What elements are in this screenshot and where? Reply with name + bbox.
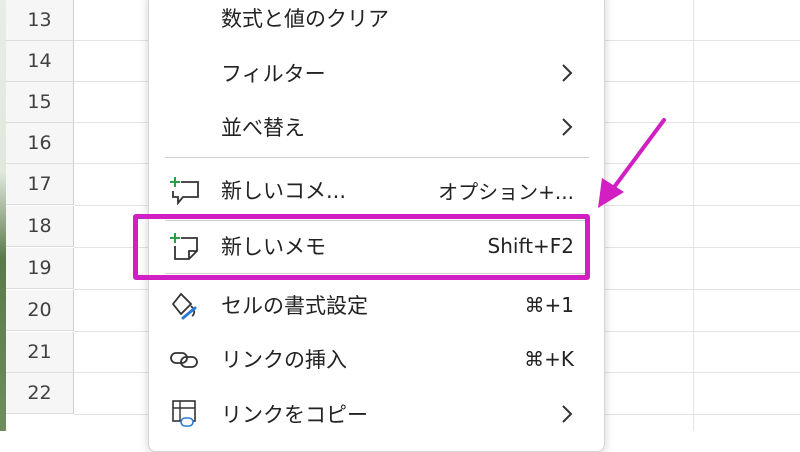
annotation-arrow-icon bbox=[598, 118, 666, 208]
chevron-right-icon bbox=[562, 64, 573, 82]
menu-item-shortcut: ⌘+1 bbox=[524, 293, 574, 317]
menu-separator bbox=[165, 273, 589, 274]
menu-item-label: リンクをコピー bbox=[221, 403, 368, 427]
menu-item-label: 数式と値のクリア bbox=[221, 7, 389, 31]
menu-item-sort[interactable]: 並べ替え bbox=[149, 104, 604, 150]
menu-item-new-note[interactable]: 新しいメモ Shift+F2 bbox=[149, 223, 604, 269]
row-header[interactable]: 20 bbox=[6, 290, 74, 331]
format-paint-icon bbox=[171, 292, 197, 320]
menu-item-label: 新しいコメ... bbox=[221, 179, 347, 203]
menu-item-shortcut: ⌘+K bbox=[524, 347, 574, 371]
row-header[interactable]: 17 bbox=[6, 164, 74, 205]
row-header[interactable]: 19 bbox=[6, 248, 74, 289]
chevron-right-icon bbox=[562, 118, 573, 136]
menu-item-filter[interactable]: フィルター bbox=[149, 50, 604, 96]
grid-line bbox=[693, 0, 694, 431]
menu-item-copy-link[interactable]: リンクをコピー bbox=[149, 391, 604, 437]
menu-item-format-cells[interactable]: セルの書式設定 ⌘+1 bbox=[149, 282, 604, 328]
row-header[interactable]: 21 bbox=[6, 332, 74, 373]
new-note-icon bbox=[170, 233, 198, 260]
context-menu: 数式と値のクリア フィルター 並べ替え 新しいコメ... オプション+... 新… bbox=[148, 0, 605, 452]
menu-item-label: 並べ替え bbox=[221, 116, 305, 140]
menu-item-shortcut: オプション+... bbox=[438, 179, 574, 204]
menu-item-label: フィルター bbox=[221, 62, 326, 86]
new-comment-icon bbox=[170, 177, 199, 205]
row-header[interactable]: 16 bbox=[6, 123, 74, 164]
menu-item-label: セルの書式設定 bbox=[221, 294, 368, 318]
menu-separator bbox=[165, 220, 589, 221]
menu-separator bbox=[165, 157, 589, 158]
menu-item-new-comment[interactable]: 新しいコメ... オプション+... bbox=[149, 167, 604, 213]
row-header[interactable]: 15 bbox=[6, 82, 74, 123]
row-header[interactable]: 13 bbox=[6, 0, 74, 41]
row-header[interactable]: 14 bbox=[6, 41, 74, 82]
row-header[interactable]: 18 bbox=[6, 206, 74, 247]
menu-item-label: リンクの挿入 bbox=[221, 348, 347, 372]
link-icon bbox=[170, 352, 198, 368]
menu-item-label: 新しいメモ bbox=[221, 235, 326, 259]
menu-item-insert-link[interactable]: リンクの挿入 ⌘+K bbox=[149, 336, 604, 382]
chevron-right-icon bbox=[562, 405, 573, 423]
menu-item-clear-formulas-values[interactable]: 数式と値のクリア bbox=[149, 0, 604, 41]
copy-link-icon bbox=[172, 400, 196, 427]
row-header[interactable]: 22 bbox=[6, 373, 74, 414]
menu-item-shortcut: Shift+F2 bbox=[487, 234, 574, 258]
